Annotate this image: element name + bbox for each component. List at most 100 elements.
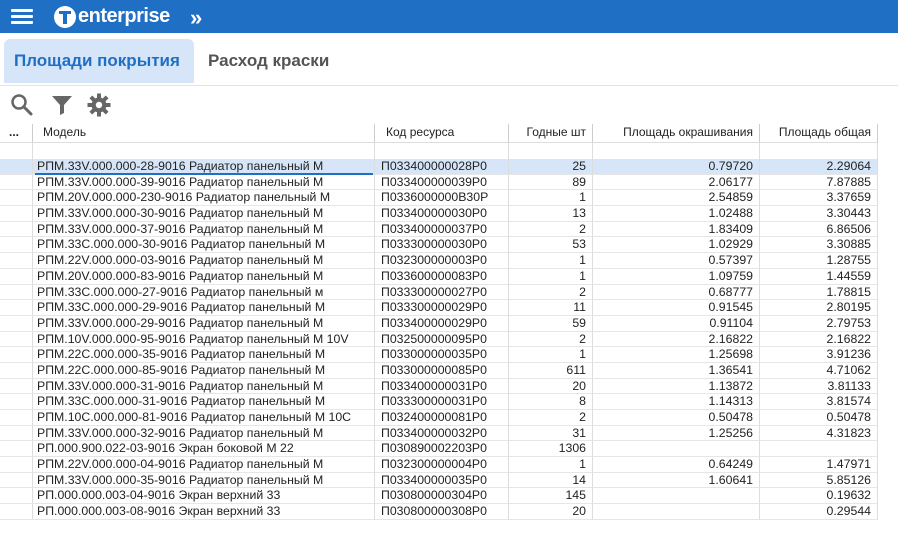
cell-total-area[interactable]: 4.71062	[760, 362, 878, 379]
cell-good-qty[interactable]: 1	[509, 253, 593, 269]
expand-chevron-icon[interactable]: »	[190, 5, 202, 31]
cell-paint-area[interactable]: 2.06177	[593, 174, 760, 191]
cell-total-area[interactable]: 1.78815	[760, 284, 878, 301]
cell-resource-code[interactable]: П032500000095Р0	[375, 331, 509, 348]
filter-cell-paint-area[interactable]	[593, 143, 760, 159]
cell-total-area[interactable]: 2.80195	[760, 300, 878, 316]
cell-resource-code[interactable]: П0336000000В30Р	[375, 190, 509, 207]
cell-paint-area[interactable]: 1.14313	[593, 394, 760, 410]
table-row[interactable]: РПМ.33V.000.000-31-9016 Радиатор панельн…	[0, 378, 878, 395]
cell-total-area[interactable]: 1.47971	[760, 457, 878, 473]
cell-resource-code[interactable]: П033300000030Р0	[375, 237, 509, 254]
cell-paint-area[interactable]: 0.57397	[593, 253, 760, 269]
cell-total-area[interactable]: 7.87885	[760, 174, 878, 191]
table-row[interactable]: РПМ.33C.000.000-29-9016 Радиатор панельн…	[0, 300, 878, 316]
table-row[interactable]: РПМ.22C.000.000-35-9016 Радиатор панельн…	[0, 347, 878, 363]
cell-good-qty[interactable]: 20	[509, 504, 593, 520]
cell-good-qty[interactable]: 2	[509, 284, 593, 301]
cell-paint-area[interactable]: 1.60641	[593, 472, 760, 489]
cell-good-qty[interactable]: 25	[509, 159, 593, 175]
cell-model[interactable]: РП.000.000.003-08-9016 Экран верхний 33	[33, 504, 375, 520]
cell-paint-area[interactable]: 0.50478	[593, 410, 760, 426]
cell-total-area[interactable]: 3.37659	[760, 190, 878, 207]
table-row[interactable]: РП.000.000.003-08-9016 Экран верхний 33 П…	[0, 504, 878, 520]
cell-good-qty[interactable]: 20	[509, 378, 593, 395]
cell-model[interactable]: РП.000.000.003-04-9016 Экран верхний 33	[33, 488, 375, 505]
cell-resource-code[interactable]: П033300000029Р0	[375, 300, 509, 316]
cell-total-area[interactable]: 6.86506	[760, 221, 878, 238]
cell-total-area[interactable]: 4.31823	[760, 425, 878, 442]
filter-cell-total-area[interactable]	[760, 143, 878, 159]
cell-good-qty[interactable]: 31	[509, 425, 593, 442]
cell-total-area[interactable]: 1.28755	[760, 253, 878, 269]
cell-resource-code[interactable]: П033400000028Р0	[375, 159, 509, 175]
cell-resource-code[interactable]: П032300000003Р0	[375, 253, 509, 269]
cell-paint-area[interactable]: 0.64249	[593, 457, 760, 473]
filter-icon[interactable]	[49, 92, 75, 118]
cell-resource-code[interactable]: П033000000035Р0	[375, 347, 509, 363]
cell-good-qty[interactable]: 13	[509, 206, 593, 222]
table-row[interactable]: РПМ.33V.000.000-30-9016 Радиатор панельн…	[0, 206, 878, 222]
cell-resource-code[interactable]: П032300000004Р0	[375, 457, 509, 473]
table-row[interactable]: РП.000.900.022-03-9016 Экран боковой М 2…	[0, 441, 878, 458]
table-row[interactable]: РПМ.33C.000.000-31-9016 Радиатор панельн…	[0, 394, 878, 410]
cell-resource-code[interactable]: П033400000031Р0	[375, 378, 509, 395]
cell-resource-code[interactable]: П033400000030Р0	[375, 206, 509, 222]
cell-good-qty[interactable]: 53	[509, 237, 593, 254]
filter-cell-model[interactable]	[33, 143, 375, 159]
cell-paint-area[interactable]: 2.16822	[593, 331, 760, 348]
search-icon[interactable]	[9, 92, 35, 118]
table-row[interactable]: РПМ.22V.000.000-04-9016 Радиатор панельн…	[0, 457, 878, 473]
table-row[interactable]: РПМ.33V.000.000-32-9016 Радиатор панельн…	[0, 425, 878, 442]
cell-good-qty[interactable]: 611	[509, 362, 593, 379]
column-header-resource-code[interactable]: Код ресурса	[375, 124, 509, 142]
cell-paint-area[interactable]: 0.79720	[593, 159, 760, 175]
cell-model[interactable]: РПМ.22C.000.000-85-9016 Радиатор панельн…	[33, 362, 375, 379]
cell-resource-code[interactable]: П033300000027Р0	[375, 284, 509, 301]
table-row[interactable]: РПМ.20V.000.000-230-9016 Радиатор панель…	[0, 190, 878, 207]
cell-good-qty[interactable]: 14	[509, 472, 593, 489]
cell-good-qty[interactable]: 59	[509, 315, 593, 332]
cell-model[interactable]: РПМ.33V.000.000-30-9016 Радиатор панельн…	[33, 206, 375, 222]
table-row[interactable]: РПМ.33V.000.000-39-9016 Радиатор панельн…	[0, 174, 878, 191]
table-row[interactable]: РПМ.33V.000.000-28-9016 Радиатор панельн…	[0, 159, 878, 175]
cell-total-area[interactable]: 2.29064	[760, 159, 878, 175]
cell-total-area[interactable]: 0.50478	[760, 410, 878, 426]
cell-total-area[interactable]: 3.81574	[760, 394, 878, 410]
cell-good-qty[interactable]: 2	[509, 331, 593, 348]
cell-total-area[interactable]: 3.81133	[760, 378, 878, 395]
cell-model[interactable]: РПМ.22V.000.000-04-9016 Радиатор панельн…	[33, 457, 375, 473]
cell-resource-code[interactable]: П030800000304Р0	[375, 488, 509, 505]
cell-model[interactable]: РПМ.10C.000.000-81-9016 Радиатор панельн…	[33, 410, 375, 426]
table-row[interactable]: РПМ.10V.000.000-95-9016 Радиатор панельн…	[0, 331, 878, 348]
column-menu-button[interactable]: ...	[0, 124, 33, 142]
menu-icon[interactable]	[11, 8, 33, 26]
cell-good-qty[interactable]: 2	[509, 221, 593, 238]
cell-paint-area[interactable]: 0.91545	[593, 300, 760, 316]
cell-model[interactable]: РПМ.33C.000.000-31-9016 Радиатор панельн…	[33, 394, 375, 410]
filter-cell-resource-code[interactable]	[375, 143, 509, 159]
cell-resource-code[interactable]: П033400000029Р0	[375, 315, 509, 332]
cell-model[interactable]: РПМ.33V.000.000-37-9016 Радиатор панельн…	[33, 221, 375, 238]
table-row[interactable]: РПМ.33C.000.000-30-9016 Радиатор панельн…	[0, 237, 878, 254]
cell-model[interactable]: РПМ.33V.000.000-35-9016 Радиатор панельн…	[33, 472, 375, 489]
cell-total-area[interactable]: 5.85126	[760, 472, 878, 489]
cell-good-qty[interactable]: 1	[509, 190, 593, 207]
column-header-model[interactable]: Модель	[33, 124, 375, 142]
cell-paint-area[interactable]: 1.83409	[593, 221, 760, 238]
cell-model[interactable]: РПМ.33V.000.000-31-9016 Радиатор панельн…	[33, 378, 375, 395]
cell-resource-code[interactable]: П033600000083Р0	[375, 268, 509, 285]
cell-total-area[interactable]: 3.30885	[760, 237, 878, 254]
cell-paint-area[interactable]	[593, 441, 760, 458]
cell-model[interactable]: РПМ.10V.000.000-95-9016 Радиатор панельн…	[33, 331, 375, 348]
cell-resource-code[interactable]: П033400000032Р0	[375, 425, 509, 442]
cell-paint-area[interactable]: 2.54859	[593, 190, 760, 207]
cell-good-qty[interactable]: 145	[509, 488, 593, 505]
cell-total-area[interactable]: 0.19632	[760, 488, 878, 505]
cell-good-qty[interactable]: 1	[509, 268, 593, 285]
cell-paint-area[interactable]: 1.02929	[593, 237, 760, 254]
cell-model[interactable]: РПМ.33V.000.000-32-9016 Радиатор панельн…	[33, 425, 375, 442]
cell-total-area[interactable]	[760, 441, 878, 458]
cell-resource-code[interactable]: П033000000085Р0	[375, 362, 509, 379]
cell-model[interactable]: РПМ.20V.000.000-230-9016 Радиатор панель…	[33, 190, 375, 207]
